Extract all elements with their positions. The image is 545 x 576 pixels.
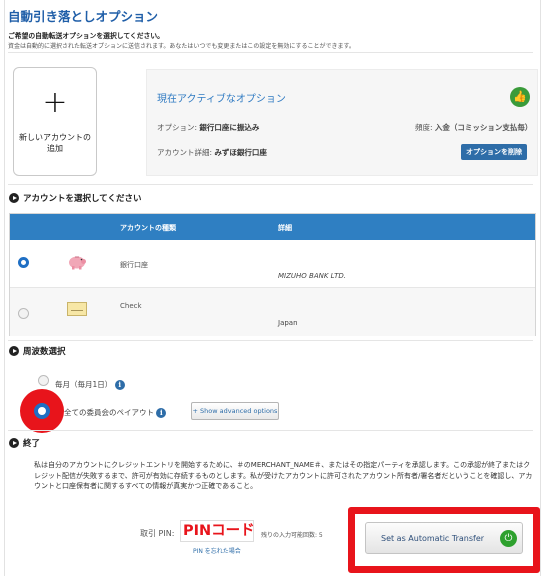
page-title: 自動引き落としオプション: [8, 9, 159, 24]
account-table: アカウントの種類 詳細 銀行口座 MIZUHO BANK LTD. Check …: [9, 213, 536, 336]
play-circle-icon: [9, 193, 19, 203]
active-option-panel: 現在アクティブなオプション 👍 オプション: 銀行口座に振込み アカウント詳細:…: [146, 69, 538, 176]
finish-section-heading: 終了: [9, 437, 40, 449]
pin-attempts-remaining: 残りの入力可能回数: 5: [261, 532, 323, 539]
account-detail-check: Japan: [278, 319, 298, 327]
account-section-heading: アカウントを選択してください: [9, 192, 142, 204]
divider: [8, 430, 533, 431]
active-option-frequency: 頻度: 入金（コミッション支払毎）: [415, 123, 533, 132]
pin-label: 取引 PIN:: [140, 529, 175, 538]
thumbs-up-icon: 👍: [510, 87, 530, 107]
account-table-header: アカウントの種類 詳細: [10, 214, 535, 240]
account-row-bank[interactable]: 銀行口座 MIZUHO BANK LTD.: [10, 240, 535, 288]
active-option-account: アカウント詳細: みずほ銀行口座: [157, 148, 267, 157]
frequency-section-heading: 周波数選択: [9, 345, 66, 357]
cheque-icon: [67, 302, 87, 316]
account-row-check[interactable]: Check Japan: [10, 288, 535, 336]
column-header-type: アカウントの種類: [120, 224, 176, 232]
frequency-option-all: 全ての委員会のペイアウト i: [64, 407, 167, 418]
play-circle-icon: [9, 438, 19, 448]
info-icon[interactable]: i: [114, 380, 125, 390]
terms-text: 私は自分のアカウントにクレジットエントリを開始するために、＃のMERCHANT_…: [34, 461, 533, 490]
intro-instruction: ご希望の自動転送オプションを選択してください。: [8, 32, 164, 40]
frequency-option-monthly: 毎月（毎月1日） i: [55, 379, 125, 390]
add-account-card[interactable]: + 新しいアカウントの追加: [13, 67, 97, 176]
intro-note: 資金は自動的に選択された転送オプションに送信されます。あなたはいつでも変更または…: [8, 43, 355, 50]
pin-code-overlay: PINコード: [183, 523, 255, 539]
power-icon: ⏻: [500, 530, 517, 547]
active-option-title: 現在アクティブなオプション: [157, 94, 286, 105]
delete-option-button[interactable]: オプションを削除: [461, 144, 527, 160]
piggy-bank-icon: [69, 256, 86, 270]
play-circle-icon: [9, 346, 19, 356]
account-type-bank: 銀行口座: [120, 261, 148, 269]
info-icon[interactable]: i: [156, 408, 167, 418]
divider: [8, 340, 533, 341]
frequency-radio-monthly[interactable]: [38, 375, 49, 386]
frequency-radio-all[interactable]: [34, 403, 50, 419]
account-radio-check[interactable]: [18, 308, 29, 319]
account-detail-bank: MIZUHO BANK LTD.: [278, 272, 346, 280]
account-type-check: Check: [120, 302, 142, 310]
active-option-type: オプション: 銀行口座に振込み: [157, 123, 260, 132]
show-advanced-options-button[interactable]: + Show advanced options: [191, 402, 279, 420]
forgot-pin-link[interactable]: PIN を忘れた場合: [193, 546, 241, 555]
column-header-detail: 詳細: [278, 224, 292, 232]
add-account-label: 新しいアカウントの追加: [19, 133, 91, 153]
divider: [8, 52, 533, 53]
divider: [8, 184, 533, 185]
set-automatic-transfer-button[interactable]: Set as Automatic Transfer ⏻: [365, 522, 523, 554]
set-automatic-transfer-label: Set as Automatic Transfer: [381, 534, 485, 543]
plus-icon: +: [42, 85, 68, 120]
account-radio-bank[interactable]: [18, 257, 29, 268]
